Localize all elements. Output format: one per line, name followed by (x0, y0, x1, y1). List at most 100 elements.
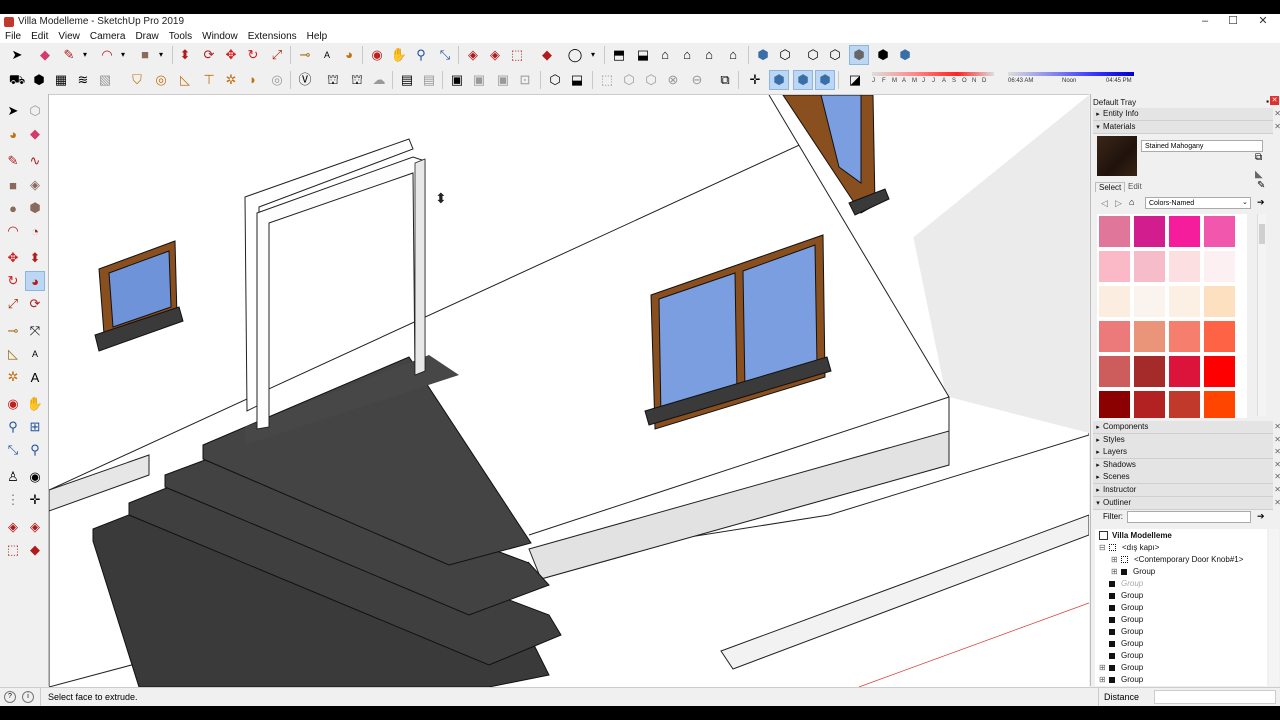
material-swatch[interactable] (1204, 286, 1235, 317)
follow-me-tool-icon[interactable]: ⬚ (598, 71, 616, 89)
solid-tools-icon[interactable]: Ⓥ (296, 71, 314, 89)
make-component-tool-icon[interactable]: ⬡ (26, 102, 44, 120)
follow-me-tool-icon[interactable]: ◕ (25, 271, 45, 291)
expand-toggle-icon[interactable]: ⊞ (1099, 674, 1109, 686)
close-icon[interactable]: ✕ (1274, 434, 1280, 446)
stamp-tool-icon[interactable]: ▧ (96, 71, 114, 89)
minimize-button[interactable]: – (1190, 14, 1220, 29)
front-view-icon[interactable]: ⌂ (656, 46, 674, 64)
material-swatch[interactable] (1204, 216, 1235, 247)
top-view-icon[interactable]: ⬓ (634, 46, 652, 64)
material-swatch[interactable] (1134, 251, 1165, 282)
outliner-item[interactable]: ⊞ Group (1099, 662, 1143, 674)
orbit-tool-icon[interactable]: ◉ (368, 46, 386, 64)
right-view-icon[interactable]: ⌂ (678, 46, 696, 64)
details-arrow-icon[interactable]: ➔ (1257, 511, 1265, 522)
orbit-tool-icon[interactable]: ◉ (4, 395, 22, 413)
back-view-icon[interactable]: ⌂ (700, 46, 718, 64)
menu-draw[interactable]: Draw (130, 31, 163, 42)
close-icon[interactable]: ✕ (1274, 484, 1280, 496)
move-tool-icon[interactable]: ✥ (222, 46, 240, 64)
pan-tool-icon[interactable]: ✋ (390, 46, 408, 64)
3d-text-tool-icon[interactable]: ◗ (244, 71, 262, 89)
material-swatch[interactable] (1134, 216, 1165, 247)
paint-bucket-tool-icon[interactable]: ◕ (340, 46, 358, 64)
back-edges-style-icon[interactable]: ⬢ (896, 46, 914, 64)
dimension-tool-icon[interactable]: ⤧ (26, 322, 44, 340)
zoom-tool-icon[interactable]: ⚲ (4, 418, 22, 436)
push-pull-tool-icon[interactable]: ⬍ (26, 249, 44, 267)
union-icon[interactable]: ☁ (370, 71, 388, 89)
outer-shell-icon[interactable]: ⛫ (324, 71, 342, 89)
expand-toggle-icon[interactable]: ⊞ (1111, 554, 1121, 566)
menu-help[interactable]: Help (302, 31, 333, 42)
shadows-toggle-icon[interactable]: ◪ (846, 71, 864, 89)
close-icon[interactable]: ✕ (1274, 108, 1280, 120)
menu-file[interactable]: File (0, 31, 26, 42)
smoove-tool-icon[interactable]: ≋ (74, 71, 92, 89)
look-around-icon[interactable]: ⬡ (642, 71, 660, 89)
previous-view-icon[interactable]: ⚲ (26, 441, 44, 459)
offset-tool-icon[interactable]: ⟳ (200, 46, 218, 64)
components-panel-header[interactable]: ▸ Components ✕ (1093, 421, 1280, 434)
sun-shadows-icon[interactable]: ⬢ (793, 70, 813, 90)
rotated-rectangle-tool-icon[interactable]: ◈ (26, 176, 44, 194)
3d-text-tool-icon[interactable]: A (26, 368, 44, 386)
section-plane-icon[interactable]: ✛ (26, 491, 44, 509)
expand-toggle-icon[interactable]: ⊟ (1099, 542, 1109, 554)
tape-measure-tool-icon[interactable]: ⊸ (4, 322, 22, 340)
xray-style-icon[interactable]: ⬢ (754, 46, 772, 64)
outliner-scrollbar[interactable] (1269, 529, 1279, 686)
left-view-icon[interactable]: ⌂ (724, 46, 742, 64)
material-swatch[interactable] (1169, 356, 1200, 387)
ruby-console-icon[interactable]: ◆ (538, 46, 556, 64)
extension-warehouse-icon[interactable]: ⬚ (508, 46, 526, 64)
material-swatch[interactable] (1134, 321, 1165, 352)
close-button[interactable]: ✕ (1248, 14, 1278, 29)
shaded-style-icon[interactable]: ⬡ (826, 46, 844, 64)
sandbox-from-scratch-icon[interactable]: ▦ (52, 71, 70, 89)
edge-style-icon[interactable]: ⬢ (815, 70, 835, 90)
menu-window[interactable]: Window (197, 31, 243, 42)
axes-tool-icon[interactable]: ✲ (4, 368, 22, 386)
outliner-filter-input[interactable] (1127, 511, 1251, 523)
account-icon[interactable]: ◯ (566, 46, 584, 64)
close-icon[interactable]: ✕ (1274, 446, 1280, 458)
scale-tool-icon[interactable]: ⤢ (268, 46, 286, 64)
swatch-scrollbar[interactable] (1257, 214, 1266, 416)
eyedropper-icon[interactable]: ✎ (1257, 180, 1265, 191)
library-select[interactable]: Colors-Named (1145, 197, 1251, 209)
layers-panel-header[interactable]: ▸ Layers ✕ (1093, 446, 1280, 459)
pan-tool-icon[interactable]: ✋ (26, 395, 44, 413)
fog-toggle-icon[interactable]: ⬢ (769, 70, 789, 90)
tab-edit[interactable]: Edit (1125, 182, 1145, 191)
menu-edit[interactable]: Edit (26, 31, 53, 42)
material-swatch[interactable] (1134, 286, 1165, 317)
restore-button[interactable]: ☐ (1218, 14, 1248, 29)
account-dropdown-icon[interactable]: ▾ (584, 46, 602, 64)
shadow-date-slider[interactable]: JFMAMJJASOND (872, 72, 994, 88)
material-swatch[interactable] (1169, 286, 1200, 317)
expand-toggle-icon[interactable]: ⊞ (1111, 566, 1121, 578)
display-shadows-icon[interactable]: ✛ (746, 71, 764, 89)
outliner-root[interactable]: Villa Modelleme (1099, 530, 1172, 542)
sandbox-from-contours-icon[interactable]: ⬢ (30, 71, 48, 89)
offset-tool-icon[interactable]: ⟳ (26, 295, 44, 313)
material-swatch[interactable] (1099, 391, 1130, 418)
freehand-tool-icon[interactable]: ∿ (26, 152, 44, 170)
menu-camera[interactable]: Camera (85, 31, 131, 42)
close-icon[interactable]: ✕ (1274, 121, 1280, 133)
camera-position-icon[interactable]: ⬡ (620, 71, 638, 89)
close-icon[interactable]: ✕ (1274, 459, 1280, 471)
outliner-panel-header[interactable]: ▾ Outliner ✕ (1093, 497, 1280, 510)
position-camera-icon[interactable]: ⊗ (664, 71, 682, 89)
protractor-tool-icon[interactable]: ◺ (4, 345, 22, 363)
section-fill-icon[interactable]: ▣ (494, 71, 512, 89)
iso-view-icon[interactable]: ⬒ (610, 46, 628, 64)
axes-tool-icon[interactable]: ✲ (222, 71, 240, 89)
outliner-item[interactable]: ⊞ Group (1099, 674, 1143, 686)
eraser-tool-icon[interactable]: ◆ (36, 46, 54, 64)
dimension-tool-icon[interactable]: ⊤ (200, 71, 218, 89)
forward-arrow-icon[interactable]: ▷ (1115, 198, 1122, 209)
zoom-extents-icon[interactable]: ⤡ (436, 46, 454, 64)
